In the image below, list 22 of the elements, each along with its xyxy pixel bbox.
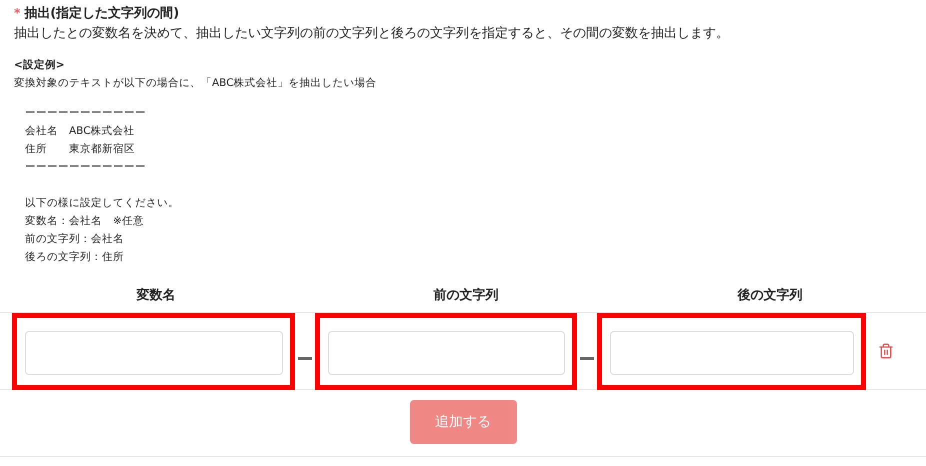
column-header: 前の文字列 [432, 286, 500, 304]
trash-icon[interactable] [878, 343, 894, 359]
column-header: 後の文字列 [736, 286, 804, 304]
example-line: 会社名 ABC株式会社 [25, 124, 136, 139]
dash-mark [580, 356, 594, 360]
example-heading: <設定例> [14, 58, 66, 73]
column-header: 変数名 [136, 286, 176, 304]
field-description: 抽出したとの変数名を決めて、抽出したい文字列の前の文字列と後ろの文字列を指定すると、その間の変数を抽出します。 [14, 25, 730, 42]
example-line: 変数名：会社名 ※任意 [25, 214, 145, 229]
example-line: 住所 東京都新宿区 [25, 142, 136, 157]
example-line: ーーーーーーーーーーー [25, 160, 147, 175]
example-line: ーーーーーーーーーーー [25, 106, 147, 121]
text-field[interactable] [25, 330, 283, 374]
required-mark: * [14, 6, 20, 20]
example-line: 前の文字列：会社名 [25, 232, 125, 247]
example-intro: 変換対象のテキストが以下の場合に、「ABC株式会社」を抽出したい場合 [14, 76, 378, 91]
example-line: 後ろの文字列：住所 [25, 250, 125, 265]
field-label: 抽出(指定した文字列の間) [24, 4, 180, 22]
text-field[interactable] [328, 330, 565, 374]
text-field[interactable] [610, 330, 854, 374]
dash-mark [298, 356, 312, 360]
example-line: 以下の様に設定してください。 [25, 196, 180, 211]
